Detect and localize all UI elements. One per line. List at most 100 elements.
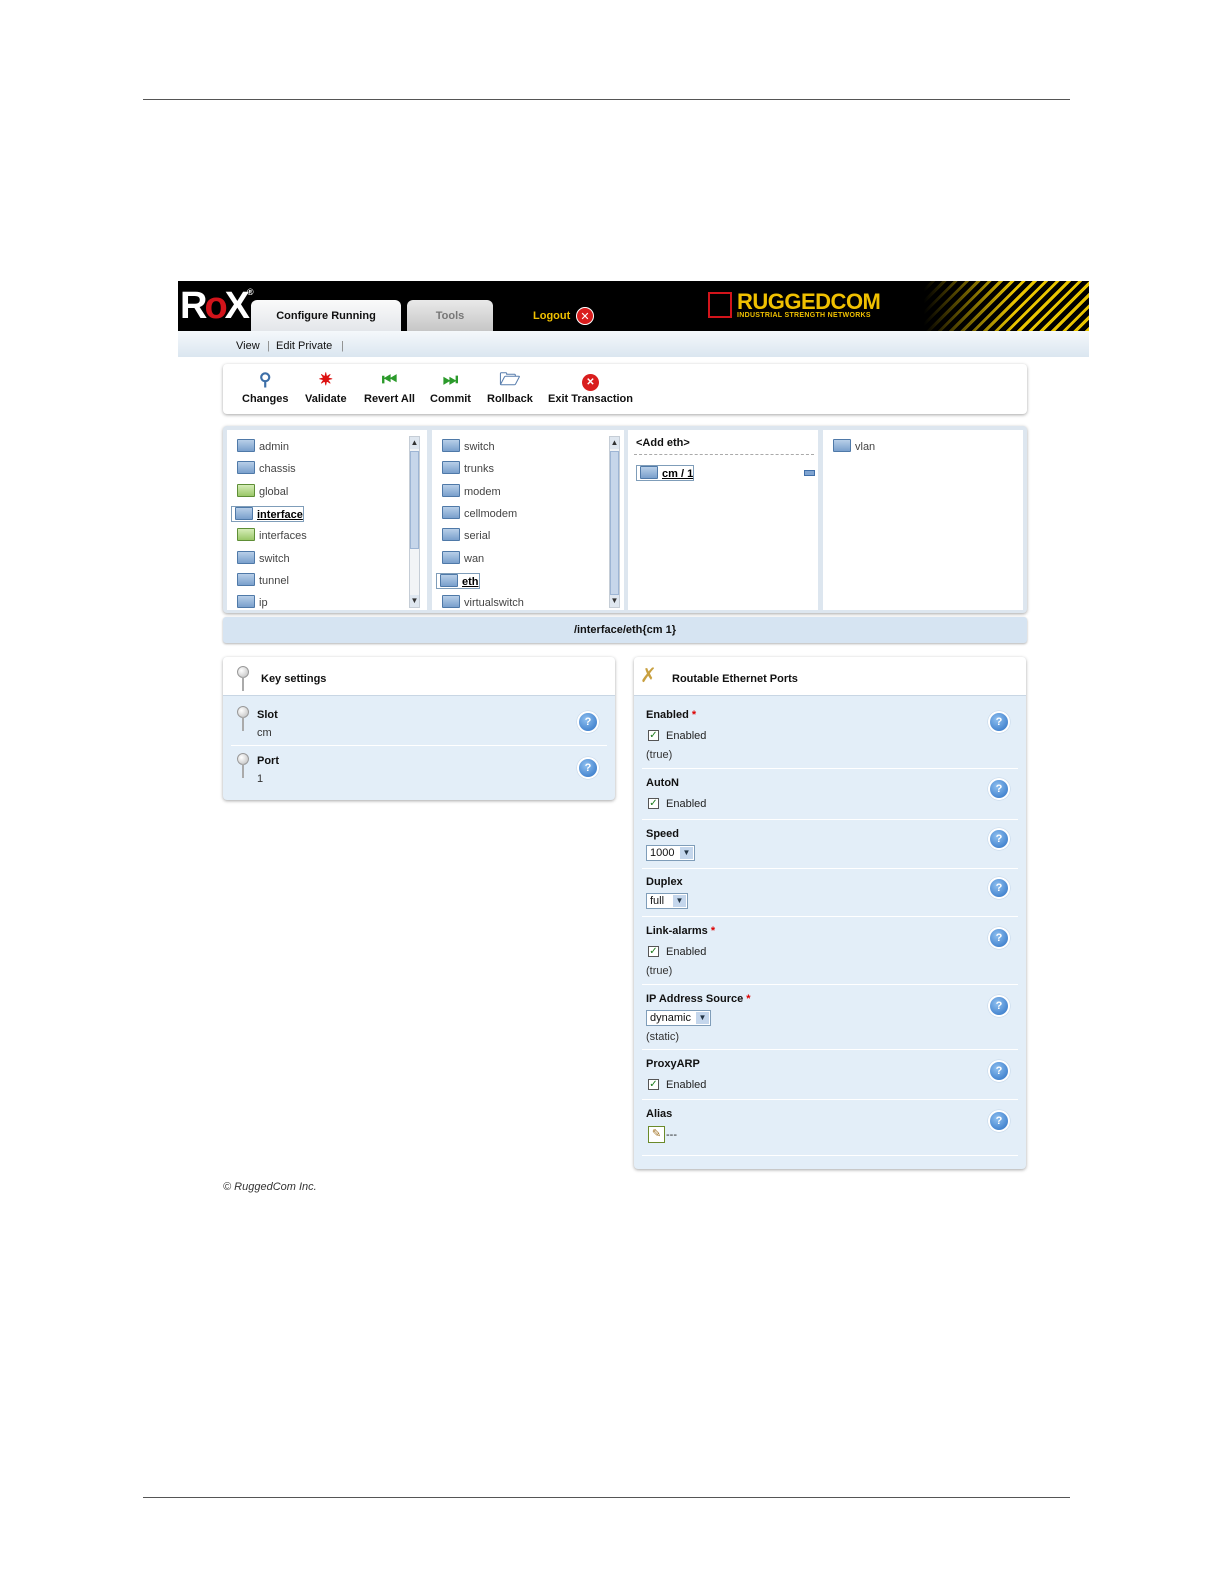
- help-icon[interactable]: ?: [988, 877, 1010, 899]
- pin-icon: [237, 666, 249, 691]
- port-value: 1: [257, 773, 264, 785]
- edit-private-link[interactable]: Edit Private: [276, 340, 332, 352]
- folder-icon: [442, 439, 460, 452]
- port-label: Port: [257, 755, 279, 767]
- folder-eth[interactable]: eth: [436, 573, 480, 589]
- enabled-label: Enabled *: [646, 709, 697, 721]
- ip-address-source-select[interactable]: dynamic ▼: [646, 1010, 711, 1026]
- folder-modem[interactable]: modem: [442, 484, 501, 502]
- copyright: © RuggedCom Inc.: [223, 1181, 317, 1193]
- slot-value: cm: [257, 727, 272, 739]
- logout-icon[interactable]: ✕: [576, 307, 594, 325]
- folder-interface[interactable]: interface: [231, 506, 304, 522]
- speed-select[interactable]: 1000 ▼: [646, 845, 695, 861]
- changes-button[interactable]: ⚲ Changes: [242, 370, 288, 405]
- proxyarp-row: ProxyARP ✓ Enabled ?: [642, 1051, 1018, 1100]
- separator: |: [267, 340, 270, 352]
- commit-button[interactable]: ⏭ Commit: [430, 370, 471, 405]
- link-alarms-checkbox[interactable]: ✓: [648, 946, 659, 957]
- divider: [634, 454, 814, 455]
- revert-all-button[interactable]: ⏮ Revert All: [364, 370, 415, 405]
- help-icon[interactable]: ?: [577, 711, 599, 733]
- edit-icon[interactable]: ✎: [648, 1126, 665, 1143]
- panel-header: Key settings: [223, 657, 615, 696]
- ethernet-cable-icon: ✗: [640, 665, 657, 687]
- folder-vlan[interactable]: vlan: [833, 439, 875, 457]
- auton-row: AutoN ✓ Enabled ?: [642, 770, 1018, 820]
- rollback-button[interactable]: 🗁 Rollback: [487, 370, 533, 405]
- folder-icon: [442, 506, 460, 519]
- auton-label: AutoN: [646, 777, 679, 789]
- help-icon[interactable]: ?: [988, 711, 1010, 733]
- folder-icon: [237, 595, 255, 608]
- folder-virtualswitch[interactable]: virtualswitch: [442, 595, 524, 610]
- entry-cm-1[interactable]: cm / 1: [636, 465, 695, 481]
- auton-checkbox[interactable]: ✓: [648, 798, 659, 809]
- add-eth-link[interactable]: <Add eth>: [636, 437, 690, 449]
- help-icon[interactable]: ?: [988, 778, 1010, 800]
- bottom-rule: [143, 1497, 1070, 1498]
- folder-wan[interactable]: wan: [442, 551, 484, 569]
- folder-chassis[interactable]: chassis: [237, 461, 296, 479]
- scroll-thumb[interactable]: [610, 451, 619, 595]
- folder-icon: [442, 461, 460, 474]
- help-icon[interactable]: ?: [988, 1110, 1010, 1132]
- logout-link[interactable]: Logout: [533, 310, 570, 322]
- folder-cellmodem[interactable]: cellmodem: [442, 506, 517, 524]
- help-icon[interactable]: ?: [988, 927, 1010, 949]
- folder-switch[interactable]: switch: [442, 439, 495, 457]
- folder-global[interactable]: global: [237, 484, 288, 502]
- key-pin-icon: [237, 706, 249, 731]
- help-icon[interactable]: ?: [988, 828, 1010, 850]
- scroll-down-icon[interactable]: ▼: [410, 595, 419, 607]
- tab-tools[interactable]: Tools: [407, 300, 493, 331]
- folder-interfaces[interactable]: interfaces: [237, 528, 307, 546]
- slot-label: Slot: [257, 709, 278, 721]
- tab-configure-running[interactable]: Configure Running: [251, 300, 401, 331]
- duplex-select[interactable]: full ▼: [646, 893, 688, 909]
- help-icon[interactable]: ?: [988, 1060, 1010, 1082]
- help-icon[interactable]: ?: [988, 995, 1010, 1017]
- alias-label: Alias: [646, 1108, 673, 1120]
- scrollbar[interactable]: ▲ ▼: [409, 436, 420, 608]
- top-rule: [143, 99, 1070, 100]
- scroll-thumb[interactable]: [410, 451, 419, 549]
- view-link[interactable]: View: [236, 340, 260, 352]
- folder-icon: [237, 484, 255, 497]
- folder-icon: [442, 551, 460, 564]
- validate-button[interactable]: ✷ Validate: [305, 370, 347, 405]
- magnifier-icon: ⚲: [259, 370, 272, 389]
- proxyarp-checkbox[interactable]: ✓: [648, 1079, 659, 1090]
- folder-icon: [237, 528, 255, 541]
- folder-serial[interactable]: serial: [442, 528, 490, 546]
- scroll-up-icon[interactable]: ▲: [610, 437, 619, 449]
- alias-value: ---: [666, 1129, 677, 1141]
- checkbox-label: Enabled: [666, 730, 707, 742]
- folder-icon: [237, 573, 255, 586]
- scrollbar[interactable]: ▲ ▼: [609, 436, 620, 608]
- delete-entry-icon[interactable]: [804, 470, 815, 476]
- chevron-down-icon: ▼: [673, 895, 686, 907]
- enabled-checkbox[interactable]: ✓: [648, 730, 659, 741]
- scroll-up-icon[interactable]: ▲: [410, 437, 419, 449]
- folder-ip[interactable]: ip: [237, 595, 268, 610]
- folder-tunnel[interactable]: tunnel: [237, 573, 289, 591]
- link-alarms-row: Link-alarms * ✓ Enabled (true) ?: [642, 918, 1018, 985]
- folder-admin[interactable]: admin: [237, 439, 289, 457]
- open-folder-icon: [640, 466, 658, 479]
- scroll-down-icon[interactable]: ▼: [610, 595, 619, 607]
- checkbox-label: Enabled: [666, 798, 707, 810]
- slot-row: Slot cm ?: [231, 700, 607, 746]
- speed-row: Speed 1000 ▼ ?: [642, 821, 1018, 869]
- rox-logo: RoX®: [180, 285, 254, 327]
- folder-trunks[interactable]: trunks: [442, 461, 494, 479]
- checkbox-label: Enabled: [666, 1079, 707, 1091]
- help-icon[interactable]: ?: [577, 757, 599, 779]
- duplex-row: Duplex full ▼ ?: [642, 870, 1018, 917]
- folder-icon: [237, 551, 255, 564]
- folder-switch[interactable]: switch: [237, 551, 290, 569]
- exit-transaction-button[interactable]: ✕ Exit Transaction: [548, 370, 633, 405]
- browser-column-1: admin chassis global interface interface…: [227, 430, 427, 610]
- rollback-icon: 🗁: [499, 370, 521, 389]
- duplex-label: Duplex: [646, 876, 683, 888]
